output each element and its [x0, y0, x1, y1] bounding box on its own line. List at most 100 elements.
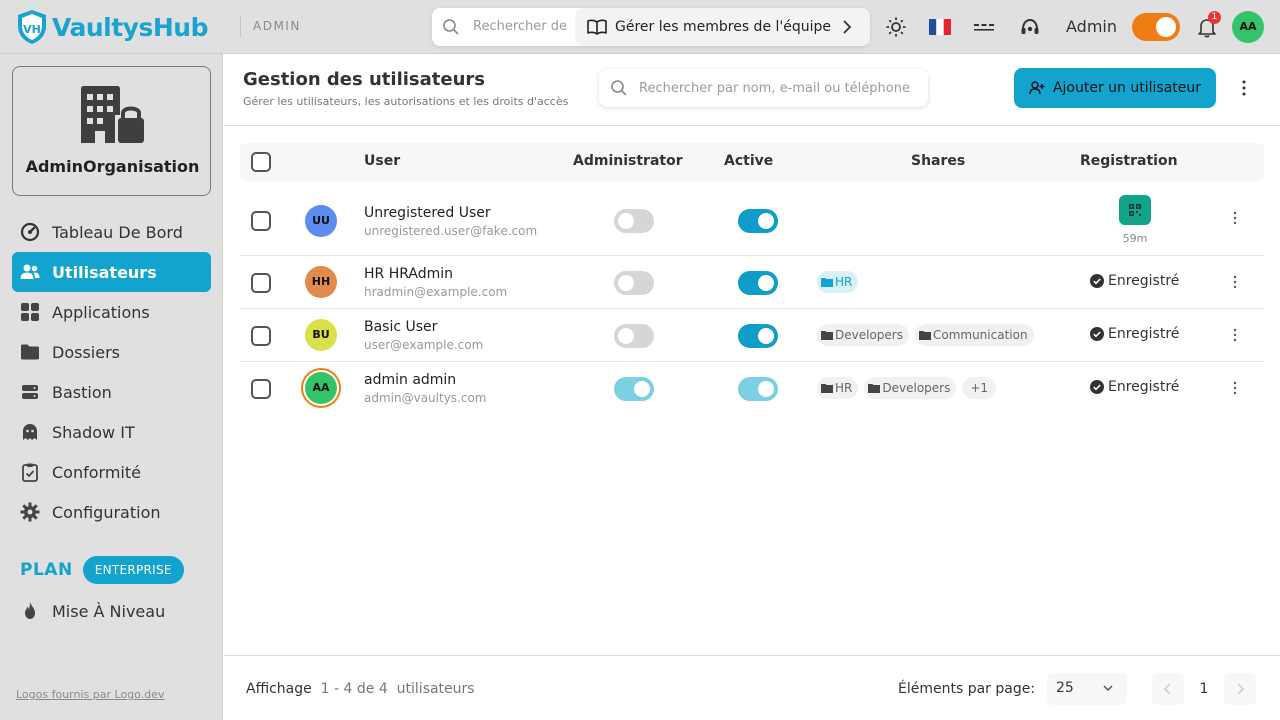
showing-range: 1 - 4 de 4 [320, 681, 388, 697]
admin-mode-toggle[interactable] [1132, 13, 1180, 41]
user-plus-icon [1029, 81, 1045, 95]
page-subtitle: Gérer les utilisateurs, les autorisation… [243, 95, 569, 108]
row-checkbox[interactable] [251, 273, 271, 293]
user-avatar[interactable]: AA [1232, 11, 1264, 43]
sidebar-item-folders[interactable]: Dossiers [12, 332, 211, 372]
share-chip[interactable]: Communication [914, 324, 1034, 346]
sidebar-item-label: Conformité [52, 462, 141, 482]
table-row[interactable]: BU Basic User user@example.com Developer… [240, 309, 1264, 362]
sidebar-item-applications[interactable]: Applications [12, 292, 211, 332]
folder-icon [868, 384, 881, 393]
french-flag-icon[interactable] [929, 18, 951, 36]
registration-status: Enregistré [1090, 379, 1179, 395]
current-page[interactable]: 1 [1186, 673, 1222, 705]
column-header-user[interactable]: User [364, 153, 400, 169]
column-header-administrator[interactable]: Administrator [573, 153, 683, 169]
active-toggle[interactable] [738, 324, 778, 348]
share-chip[interactable]: HR [817, 377, 859, 399]
flame-icon [25, 602, 35, 619]
check-circle-icon [1090, 380, 1104, 394]
support-headset-icon[interactable] [1019, 16, 1041, 38]
admin-toggle[interactable] [614, 377, 654, 401]
registration-label: Enregistré [1108, 379, 1180, 395]
registration-label: Enregistré [1108, 273, 1180, 289]
plan-indicator: PLAN ENTERPRISE [20, 556, 184, 584]
share-chip[interactable]: HR [817, 271, 859, 293]
column-header-registration[interactable]: Registration [1080, 153, 1178, 169]
table-row[interactable]: UU Unregistered User unregistered.user@f… [240, 181, 1264, 256]
sidebar-item-configuration[interactable]: Configuration [12, 492, 211, 532]
admin-toggle[interactable] [614, 271, 654, 295]
registration-status: Enregistré [1090, 273, 1179, 289]
row-menu-icon[interactable] [1232, 328, 1238, 342]
password-dots-icon[interactable] [973, 16, 995, 38]
admin-toggle[interactable] [614, 209, 654, 233]
sidebar-nav: Tableau De Bord Utilisateurs Application… [12, 212, 211, 532]
sun-icon[interactable] [885, 16, 907, 38]
admin-toggle[interactable] [614, 324, 654, 348]
user-email: user@example.com [364, 338, 484, 352]
more-shares-chip[interactable]: +1 [962, 377, 997, 399]
per-page-select[interactable]: 25 [1047, 673, 1127, 705]
user-email: admin@vaultys.com [364, 391, 487, 405]
user-name: Basic User [364, 319, 438, 335]
sidebar-item-compliance[interactable]: Conformité [12, 452, 211, 492]
share-chip[interactable]: Developers [864, 377, 957, 399]
user-email: hradmin@example.com [364, 285, 508, 299]
page-header: Gestion des utilisateurs Gérer les utili… [224, 55, 1280, 126]
brand-name: VaultysHub [52, 12, 208, 42]
row-checkbox[interactable] [251, 379, 271, 399]
user-email: unregistered.user@fake.com [364, 224, 538, 238]
upgrade-label: Mise À Niveau [52, 601, 166, 621]
manage-team-link[interactable]: Gérer les membres de l'équipe [575, 8, 870, 46]
sidebar-item-dashboard[interactable]: Tableau De Bord [12, 212, 211, 252]
row-menu-icon[interactable] [1232, 381, 1238, 395]
sidebar-item-bastion[interactable]: Bastion [12, 372, 211, 412]
registration-label: Enregistré [1108, 326, 1180, 342]
user-name: HR HRAdmin [364, 266, 454, 282]
registration-qr-button[interactable] [1119, 195, 1151, 225]
shares-list: Developers Communication [817, 324, 1034, 346]
organization-card[interactable]: AdminOrganisation [12, 66, 211, 196]
sidebar-item-users[interactable]: Utilisateurs [12, 252, 211, 292]
more-vertical-icon[interactable] [1236, 79, 1252, 97]
row-menu-icon[interactable] [1232, 211, 1238, 225]
area-label: ADMIN [253, 19, 301, 33]
avatar: HH [305, 266, 337, 298]
row-menu-icon[interactable] [1232, 275, 1238, 289]
clipboard-check-icon [22, 463, 38, 482]
server-icon [22, 385, 38, 399]
add-user-button[interactable]: Ajouter un utilisateur [1014, 68, 1216, 108]
select-all-checkbox[interactable] [251, 152, 271, 172]
sidebar-item-shadow-it[interactable]: Shadow IT [12, 412, 211, 452]
table-row[interactable]: AA admin admin admin@vaultys.com HR Deve… [240, 362, 1264, 415]
active-toggle[interactable] [738, 377, 778, 401]
folder-icon [21, 344, 39, 360]
per-page-label: Éléments par page: [898, 681, 1036, 697]
previous-page-button[interactable] [1152, 673, 1184, 705]
toggle-knob [1156, 17, 1176, 37]
topbar-divider [240, 16, 241, 38]
active-toggle[interactable] [738, 271, 778, 295]
table-row[interactable]: HH HR HRAdmin hradmin@example.com HR Enr… [240, 256, 1264, 309]
upgrade-link[interactable]: Mise À Niveau [12, 591, 211, 631]
brand-logo[interactable]: VH VaultysHub [16, 9, 208, 45]
building-lock-icon [81, 86, 144, 143]
ghost-icon [23, 424, 37, 440]
chevron-right-icon [843, 20, 852, 34]
avatar: AA [305, 372, 337, 404]
share-label: Developers [882, 381, 951, 395]
share-chip[interactable]: Developers [817, 324, 909, 346]
user-search-input[interactable] [639, 69, 919, 107]
active-toggle[interactable] [738, 209, 778, 233]
logos-credit-link[interactable]: Logos fournis par Logo.dev [16, 688, 164, 701]
row-checkbox[interactable] [251, 326, 271, 346]
users-table: User Administrator Active Shares Registr… [240, 143, 1264, 415]
column-header-active[interactable]: Active [724, 153, 773, 169]
row-checkbox[interactable] [251, 211, 271, 231]
chevron-left-icon [1163, 683, 1171, 695]
next-page-button[interactable] [1224, 673, 1256, 705]
column-header-shares[interactable]: Shares [911, 153, 965, 169]
notification-badge: 1 [1208, 11, 1221, 24]
search-icon [443, 19, 459, 35]
